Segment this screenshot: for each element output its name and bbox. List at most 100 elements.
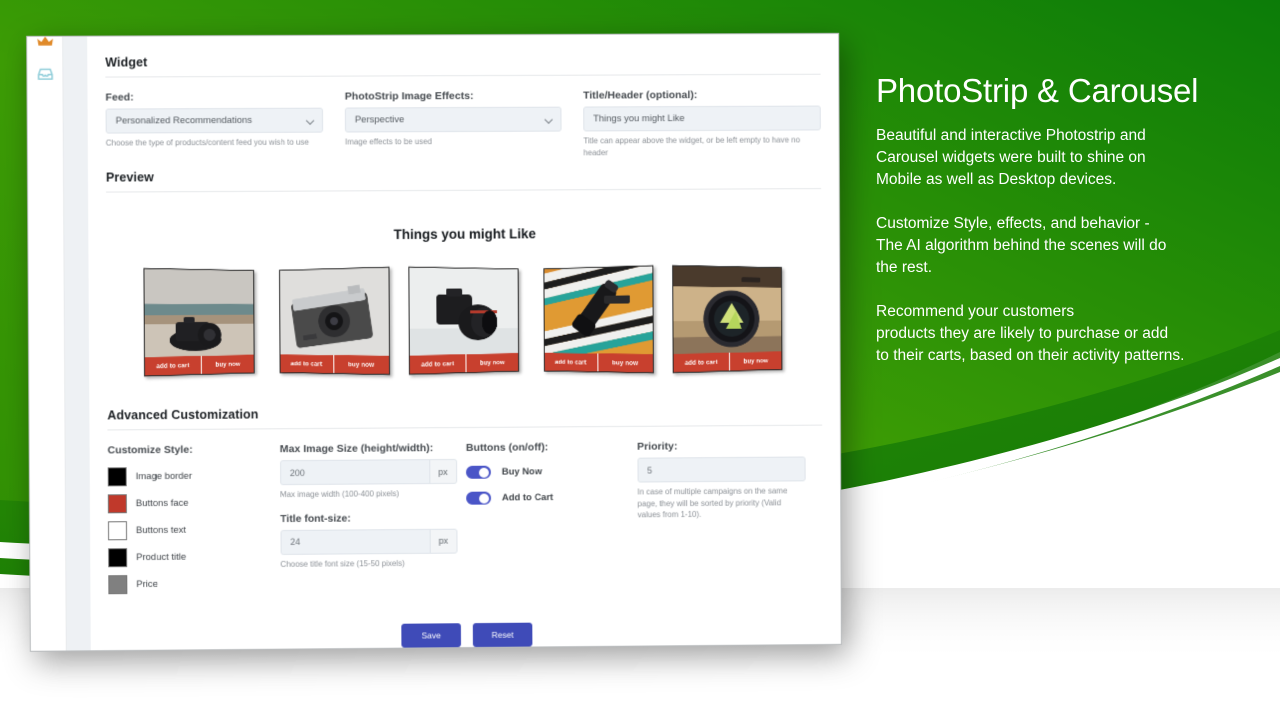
feed-hint: Choose the type of products/content feed… <box>105 137 309 148</box>
promo-line: to their carts, based on their activity … <box>876 347 1185 364</box>
buy-now-button[interactable]: buy now <box>332 355 390 375</box>
add-to-cart-button[interactable]: add to cart <box>545 353 597 371</box>
promo-line: Mobile as well as Desktop devices. <box>876 171 1117 188</box>
sidebar-icon-rail <box>27 36 67 651</box>
product-card[interactable]: add to cart buy now <box>672 265 783 374</box>
preview-area: Things you might Like add to cart buy no… <box>106 203 822 386</box>
max-image-size-input[interactable]: 200 <box>279 459 430 486</box>
customize-style-label: Customize Style: <box>107 444 193 457</box>
customize-style-group: Customize Style: Image border Buttons fa… <box>108 443 281 602</box>
swatch-buttons-face[interactable]: Buttons face <box>107 493 258 514</box>
field-image-effects: PhotoStrip Image Effects: Perspective Im… <box>345 90 584 160</box>
promo-line: the rest. <box>876 259 932 276</box>
color-swatch[interactable] <box>107 521 128 541</box>
title-font-size-hint: Choose title font size (15-50 pixels) <box>280 558 405 569</box>
advanced-section: Advanced Customization Customize Style: … <box>107 381 823 602</box>
inbox-icon[interactable] <box>36 65 54 83</box>
buy-now-button[interactable]: buy now <box>200 354 254 375</box>
advanced-row: Customize Style: Image border Buttons fa… <box>108 440 823 603</box>
add-to-cart-button[interactable]: add to cart <box>674 353 729 373</box>
reset-button[interactable]: Reset <box>472 622 533 648</box>
title-font-size-inputgroup[interactable]: 24 px <box>280 528 458 555</box>
add-to-cart-button[interactable]: add to cart <box>410 354 465 374</box>
form-footer: Save Reset <box>108 597 823 652</box>
widget-section-title: Widget <box>105 55 148 70</box>
swatch-buttons-text[interactable]: Buttons text <box>107 520 258 541</box>
max-image-size-inputgroup[interactable]: 200 px <box>279 459 457 486</box>
promo-paragraph-2: Customize Style, effects, and behavior -… <box>876 213 1258 279</box>
card-buttons: add to cart buy now <box>280 354 390 375</box>
promo-line: products they are likely to purchase or … <box>876 325 1169 342</box>
divider-2 <box>106 188 822 193</box>
divider-3 <box>107 424 823 431</box>
product-card[interactable]: add to cart buy now <box>543 265 654 374</box>
priority-group: Priority: 5 In case of multiple campaign… <box>637 440 823 598</box>
product-card[interactable]: add to cart buy now <box>278 266 391 376</box>
buy-now-button[interactable]: buy now <box>728 351 782 371</box>
toggle-row-add-to-cart[interactable]: Add to Cart <box>466 491 616 505</box>
sidebar-spacer <box>63 36 91 651</box>
buy-now-toggle[interactable] <box>466 465 491 479</box>
advanced-section-title: Advanced Customization <box>107 407 259 423</box>
crown-icon[interactable] <box>36 33 54 51</box>
swatch-label: Price <box>136 579 158 591</box>
swatch-label: Buttons text <box>135 524 187 537</box>
widget-preview-title: Things you might Like <box>393 226 536 243</box>
add-to-cart-button[interactable]: add to cart <box>280 355 333 373</box>
title-header-label: Title/Header (optional): <box>583 89 698 102</box>
max-image-size-label: Max Image Size (height/width): <box>279 442 434 456</box>
title-font-size-label: Title font-size: <box>280 512 351 525</box>
save-button[interactable]: Save <box>401 623 462 648</box>
buttons-toggle-label: Buttons (on/off): <box>465 441 549 455</box>
promo-paragraph-1: Beautiful and interactive Photostrip and… <box>876 125 1258 191</box>
swatch-label: Buttons face <box>135 497 189 510</box>
priority-hint: In case of multiple campaigns on the sam… <box>637 486 788 520</box>
swatch-price[interactable]: Price <box>108 574 258 595</box>
title-font-size-unit: px <box>429 528 458 554</box>
image-effects-select[interactable]: Perspective <box>344 106 562 133</box>
swatch-label: Product title <box>136 551 187 564</box>
promo-line: The AI algorithm behind the scenes will … <box>876 237 1167 254</box>
buttons-toggle-group: Buttons (on/off): Buy Now Add to Cart <box>466 441 638 600</box>
add-to-cart-button[interactable]: add to cart <box>145 356 200 376</box>
max-image-size-hint: Max image width (100-400 pixels) <box>280 489 400 500</box>
card-buttons: add to cart buy now <box>673 351 782 373</box>
title-header-input[interactable]: Things you might Like <box>583 105 821 132</box>
priority-label: Priority: <box>637 440 678 453</box>
max-image-size-unit: px <box>429 459 457 485</box>
promo-paragraph-3: Recommend your customers products they a… <box>876 301 1258 367</box>
browser-window: Widget Feed: Personalized Recommendation… <box>26 32 842 652</box>
priority-input[interactable]: 5 <box>637 456 806 483</box>
title-header-hint: Title can appear above the widget, or be… <box>583 135 801 157</box>
color-swatch[interactable] <box>107 467 127 487</box>
image-effects-label: PhotoStrip Image Effects: <box>344 90 474 103</box>
card-buttons: add to cart buy now <box>409 353 519 375</box>
color-swatch[interactable] <box>107 494 127 514</box>
swatch-image-border[interactable]: Image border <box>107 467 258 487</box>
product-card[interactable]: add to cart buy now <box>408 266 520 376</box>
buy-now-button[interactable]: buy now <box>464 353 519 373</box>
product-card[interactable]: add to cart buy now <box>143 268 255 377</box>
promo-line: Recommend your customers <box>876 303 1075 320</box>
promo-line: Beautiful and interactive Photostrip and <box>876 127 1146 144</box>
toggle-row-buy-now[interactable]: Buy Now <box>466 465 616 479</box>
widget-fields-row: Feed: Personalized Recommendations Choos… <box>105 89 821 161</box>
size-group: Max Image Size (height/width): 200 px Ma… <box>280 442 467 601</box>
main-content: Widget Feed: Personalized Recommendation… <box>87 33 841 652</box>
divider <box>105 73 821 78</box>
swatch-product-title[interactable]: Product title <box>108 547 258 568</box>
add-to-cart-toggle[interactable] <box>466 491 492 505</box>
preview-section-title: Preview <box>105 170 154 185</box>
swatch-label: Image border <box>135 470 193 483</box>
buy-now-toggle-label: Buy Now <box>501 466 543 478</box>
color-swatch[interactable] <box>108 575 128 595</box>
photostrip: add to cart buy now add to cart buy now … <box>107 265 822 377</box>
feed-select[interactable]: Personalized Recommendations <box>105 107 324 134</box>
buy-now-button[interactable]: buy now <box>596 353 653 373</box>
field-feed: Feed: Personalized Recommendations Choos… <box>105 91 345 161</box>
card-buttons: add to cart buy now <box>144 354 254 376</box>
promo-line: Carousel widgets were built to shine on <box>876 149 1146 166</box>
color-swatch[interactable] <box>108 548 128 568</box>
feed-label: Feed: <box>105 91 134 104</box>
title-font-size-input[interactable]: 24 <box>280 528 430 555</box>
